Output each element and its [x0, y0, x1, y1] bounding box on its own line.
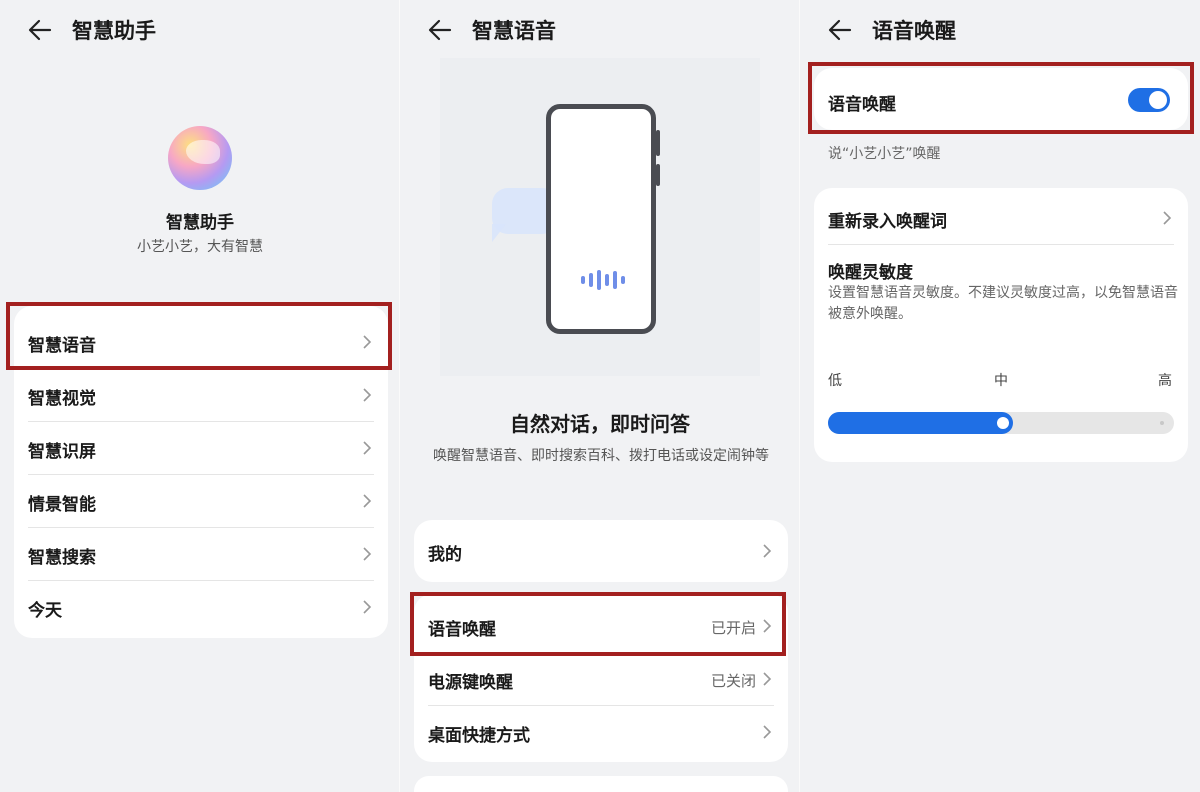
- app-name: 智慧助手: [166, 213, 234, 233]
- back-arrow-icon[interactable]: [26, 16, 54, 44]
- tick-high: 高: [1158, 373, 1172, 389]
- list-item-label: 今天: [28, 601, 62, 621]
- list-item-label: 智慧视觉: [28, 389, 96, 409]
- next-card: [414, 776, 788, 792]
- slider-knob[interactable]: [997, 417, 1009, 429]
- tick-low: 低: [828, 373, 842, 389]
- smart-voice-panel: 智慧语音 自然对话，即时问答 唤醒智慧语音、即时搜索百科、拨打电话或设定闹钟等 …: [400, 0, 800, 792]
- page-title: 智慧语音: [472, 19, 556, 43]
- list-item-label: 智慧搜索: [28, 548, 96, 568]
- sensitivity-description: 设置智慧语音灵敏度。不建议灵敏度过高，以免智慧语音被意外唤醒。: [828, 285, 1178, 322]
- list-item-label: 电源键唤醒: [428, 673, 513, 693]
- chevron-right-icon: [363, 547, 372, 561]
- chevron-right-icon: [763, 725, 772, 739]
- list-item-label: 桌面快捷方式: [428, 726, 530, 746]
- phone-icon: [546, 104, 656, 334]
- page-title: 智慧助手: [72, 19, 156, 43]
- chevron-right-icon: [763, 544, 772, 558]
- list-item-power-key-wake[interactable]: 电源键唤醒 已关闭: [414, 653, 788, 706]
- sensitivity-title: 唤醒灵敏度: [828, 263, 913, 283]
- feature-headline: 自然对话，即时问答: [510, 412, 690, 436]
- list-item-label: 智慧识屏: [28, 442, 96, 462]
- tick-mid: 中: [994, 373, 1008, 389]
- page-title: 语音唤醒: [872, 19, 956, 43]
- status-value: 已关闭: [710, 672, 756, 690]
- list-item-label: 我的: [428, 545, 462, 565]
- sensitivity-slider[interactable]: [828, 412, 1174, 434]
- top-bar: 智慧语音: [400, 0, 800, 60]
- highlight-box: [6, 302, 392, 370]
- list-item-mine[interactable]: 我的: [414, 525, 788, 578]
- list-item-rerecord-wake-word[interactable]: 重新录入唤醒词: [814, 192, 1188, 245]
- feature-description: 唤醒智慧语音、即时搜索百科、拨打电话或设定闹钟等: [433, 448, 769, 464]
- list-item-smart-screen[interactable]: 智慧识屏: [14, 422, 388, 475]
- list-item-desktop-shortcut[interactable]: 桌面快捷方式: [414, 706, 788, 759]
- voice-wake-panel: 语音唤醒 语音唤醒 说“小艺小艺”唤醒 重新录入唤醒词 唤醒灵敏度 设置智慧语音…: [800, 0, 1200, 792]
- list-item-today[interactable]: 今天: [14, 581, 388, 634]
- app-subtitle: 小艺小艺，大有智慧: [137, 239, 263, 255]
- my-card: 我的: [414, 520, 788, 582]
- highlight-box: [808, 62, 1194, 134]
- list-item-smart-vision[interactable]: 智慧视觉: [14, 369, 388, 422]
- top-bar: 智慧助手: [0, 0, 400, 60]
- list-item-label: 重新录入唤醒词: [828, 212, 947, 232]
- assistant-logo-icon: [168, 126, 232, 190]
- back-arrow-icon[interactable]: [826, 16, 854, 44]
- slider-fill: [828, 412, 1013, 434]
- wake-hint: 说“小艺小艺”唤醒: [828, 146, 941, 162]
- top-bar: 语音唤醒: [800, 0, 1200, 60]
- back-arrow-icon[interactable]: [426, 16, 454, 44]
- list-item-label: 情景智能: [28, 495, 96, 515]
- chevron-right-icon: [1163, 211, 1172, 225]
- list-item-scene-intelligence[interactable]: 情景智能: [14, 475, 388, 528]
- chevron-right-icon: [363, 441, 372, 455]
- assistant-panel: 智慧助手 智慧助手 小艺小艺，大有智慧 智慧语音 智慧视觉 智慧识屏 情景智能 …: [0, 0, 400, 792]
- chevron-right-icon: [363, 600, 372, 614]
- chevron-right-icon: [363, 494, 372, 508]
- list-item-smart-search[interactable]: 智慧搜索: [14, 528, 388, 581]
- chevron-right-icon: [363, 388, 372, 402]
- highlight-box: [410, 592, 786, 656]
- slider-end-dot: [1160, 421, 1164, 425]
- chevron-right-icon: [763, 672, 772, 686]
